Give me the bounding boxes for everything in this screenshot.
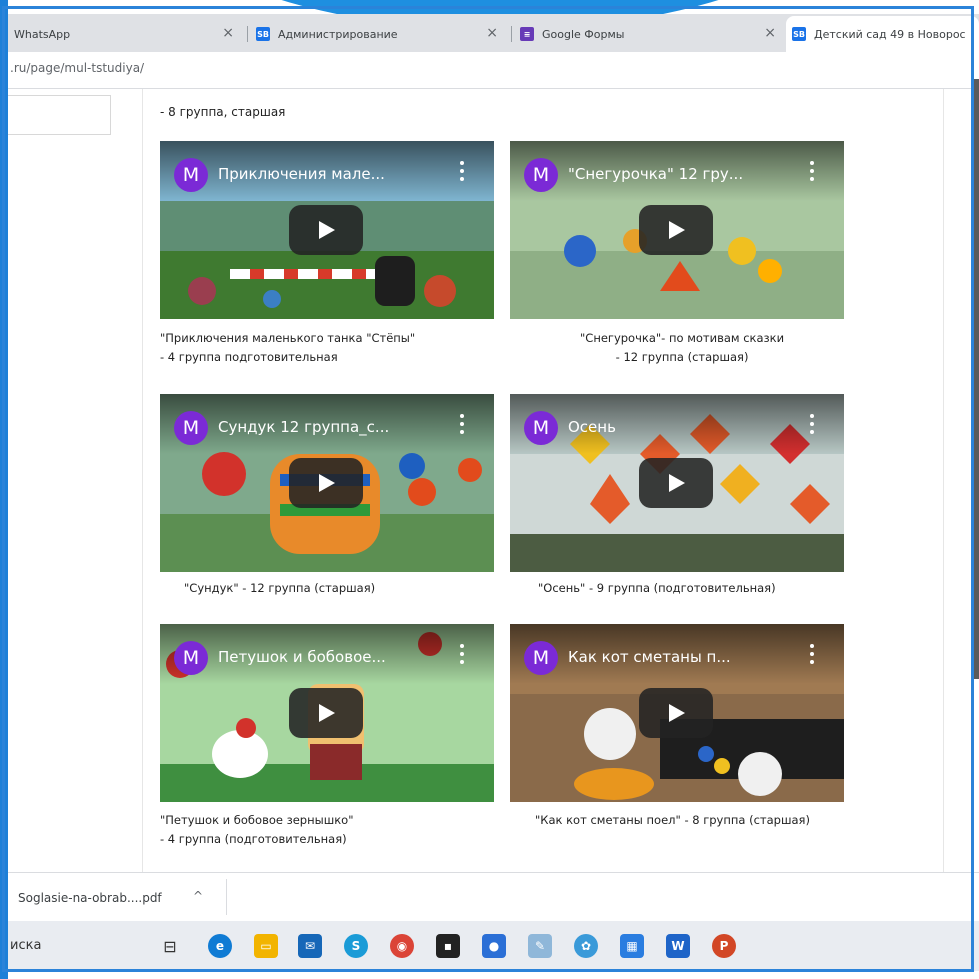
sites-icon: SB [256, 27, 270, 41]
video-title[interactable]: Сундук 12 группа_с... [218, 418, 389, 436]
page-content: - 8 группа, старшая М Приключения мале..… [8, 79, 979, 872]
video-player[interactable]: М Петушок и бобовое... [160, 624, 494, 802]
tab-title: Администрирование [278, 27, 398, 41]
address-bar[interactable]: .ru/page/mul-tstudiya/ [8, 52, 979, 89]
task-view-icon[interactable]: ⊟ [158, 934, 182, 958]
play-button[interactable] [639, 688, 713, 738]
more-options-icon[interactable] [810, 161, 814, 181]
chevron-up-icon[interactable]: ^ [193, 889, 203, 903]
play-button[interactable] [289, 688, 363, 738]
download-shelf: Soglasie-na-obrab....pdf ^ [8, 872, 979, 921]
caption-line: "Снегурочка"- по мотивам сказки [580, 331, 785, 345]
tab-admin[interactable]: SB Администрирование × [250, 16, 508, 52]
tab-separator [247, 26, 248, 42]
channel-avatar[interactable]: М [174, 158, 208, 192]
more-options-icon[interactable] [810, 414, 814, 434]
paint-icon[interactable]: ✎ [528, 934, 552, 958]
close-icon[interactable]: × [486, 25, 498, 41]
messenger-icon[interactable]: ● [482, 934, 506, 958]
more-options-icon[interactable] [460, 161, 464, 181]
taskbar: иска ⊟ e ▭ ✉ S ◉ ▪ ● ✎ ✿ ▦ W P [8, 921, 979, 971]
video-title[interactable]: "Снегурочка" 12 гру... [568, 165, 743, 183]
video-header [510, 394, 844, 454]
url-text: .ru/page/mul-tstudiya/ [10, 61, 145, 75]
caption-line: - 4 группа (подготовительная) [160, 832, 347, 846]
more-options-icon[interactable] [810, 644, 814, 664]
video-player[interactable]: М Осень [510, 394, 844, 572]
settings-icon[interactable]: ✿ [574, 934, 598, 958]
divider [226, 879, 227, 915]
caption-line: - 4 группа подготовительная [160, 350, 338, 364]
caption-line: "Осень" - 9 группа (подготовительная) [538, 581, 776, 595]
skype-icon[interactable]: S [344, 934, 368, 958]
tab-title: Google Формы [542, 27, 625, 41]
tab-strip: WhatsApp × SB Администрирование × ≡ Goog… [8, 14, 979, 52]
video-title[interactable]: Приключения мале... [218, 165, 385, 183]
decorative-left-bar [0, 0, 8, 979]
content-border-left [142, 89, 143, 872]
video-player[interactable]: М "Снегурочка" 12 гру... [510, 141, 844, 319]
play-button[interactable] [639, 205, 713, 255]
caption-line: "Как кот сметаны поел" - 8 группа (старш… [535, 813, 810, 827]
tab-title: Детский сад 49 в Новорос [814, 27, 966, 41]
video-caption: "Снегурочка"- по мотивам сказки - 12 гру… [580, 329, 784, 367]
tab-kindergarten[interactable]: SB Детский сад 49 в Новорос [786, 16, 979, 52]
group-label: - 8 группа, старшая [160, 105, 286, 119]
close-icon[interactable]: × [764, 25, 776, 41]
channel-avatar[interactable]: М [174, 641, 208, 675]
download-filename[interactable]: Soglasie-na-obrab....pdf [18, 891, 162, 905]
video-title[interactable]: Как кот сметаны п... [568, 648, 731, 666]
channel-avatar[interactable]: М [524, 641, 558, 675]
mail-icon[interactable]: ✉ [298, 934, 322, 958]
more-options-icon[interactable] [460, 414, 464, 434]
caption-line: "Приключения маленького танка "Стёпы" [160, 331, 416, 345]
caption-line: "Петушок и бобовое зернышко" [160, 813, 354, 827]
forms-icon: ≡ [520, 27, 534, 41]
video-title[interactable]: Петушок и бобовое... [218, 648, 386, 666]
word-icon[interactable]: W [666, 934, 690, 958]
content-border-right [943, 89, 944, 872]
play-button[interactable] [289, 205, 363, 255]
tab-title: WhatsApp [14, 27, 71, 41]
calendar-icon[interactable]: ▦ [620, 934, 644, 958]
play-button[interactable] [289, 458, 363, 508]
video-player[interactable]: М Как кот сметаны п... [510, 624, 844, 802]
video-caption: "Осень" - 9 группа (подготовительная) [538, 579, 776, 598]
caption-line: - 12 группа (старшая) [615, 350, 749, 364]
channel-avatar[interactable]: М [524, 411, 558, 445]
video-player[interactable]: М Приключения мале... [160, 141, 494, 319]
close-icon[interactable]: × [222, 25, 234, 41]
video-player[interactable]: М Сундук 12 группа_с... [160, 394, 494, 572]
tab-google-forms[interactable]: ≡ Google Формы × [514, 16, 786, 52]
scrollbar[interactable] [971, 79, 979, 679]
sticky-notes-icon[interactable]: ▪ [436, 934, 460, 958]
sites-icon: SB [792, 27, 806, 41]
caption-line: "Сундук" - 12 группа (старшая) [184, 581, 376, 595]
video-title[interactable]: Осень [568, 418, 616, 436]
powerpoint-icon[interactable]: P [712, 934, 736, 958]
edge-icon[interactable]: e [208, 934, 232, 958]
chrome-icon[interactable]: ◉ [390, 934, 414, 958]
tab-separator [511, 26, 512, 42]
channel-avatar[interactable]: М [524, 158, 558, 192]
video-caption: "Приключения маленького танка "Стёпы" - … [160, 329, 415, 367]
video-caption: "Петушок и бобовое зернышко" - 4 группа … [160, 811, 354, 849]
play-button[interactable] [639, 458, 713, 508]
file-explorer-icon[interactable]: ▭ [254, 934, 278, 958]
tab-whatsapp[interactable]: WhatsApp × [8, 16, 244, 52]
video-caption: "Сундук" - 12 группа (старшая) [184, 579, 375, 598]
channel-avatar[interactable]: М [174, 411, 208, 445]
video-caption: "Как кот сметаны поел" - 8 группа (старш… [535, 811, 810, 830]
sidebar-box [8, 95, 111, 135]
taskbar-search[interactable]: иска [10, 938, 41, 953]
more-options-icon[interactable] [460, 644, 464, 664]
